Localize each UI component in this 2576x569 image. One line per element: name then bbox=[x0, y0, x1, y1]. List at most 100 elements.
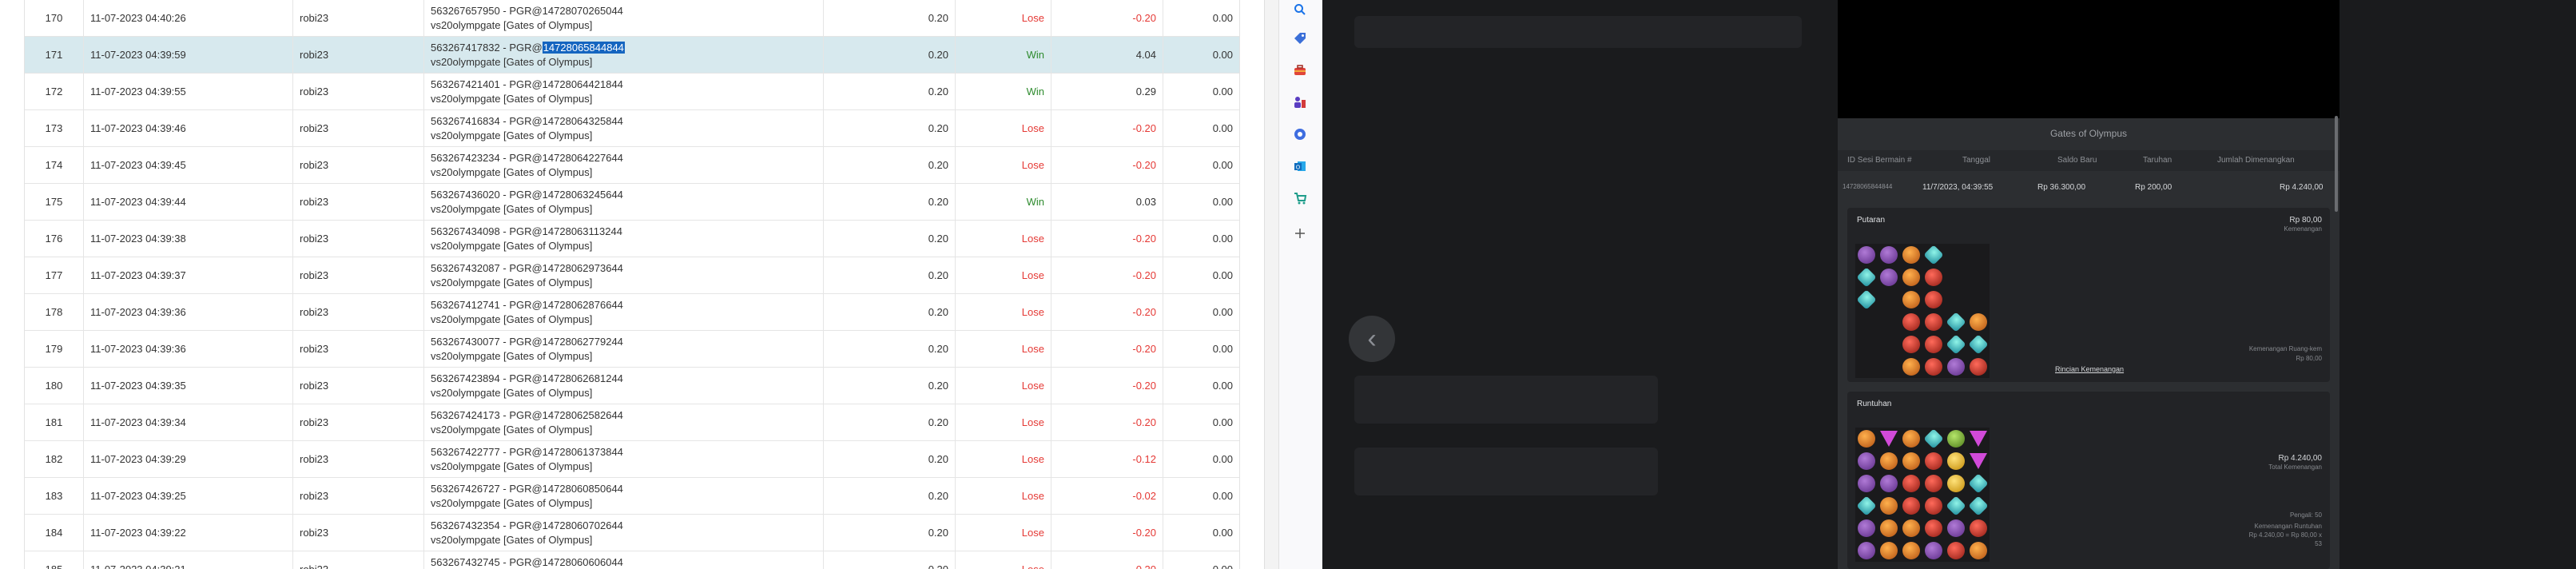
svg-text:O: O bbox=[1296, 165, 1301, 171]
value-date: 11/7/2023, 04:39:55 bbox=[1922, 183, 1994, 192]
scrollbar[interactable] bbox=[1264, 0, 1278, 569]
table-row[interactable]: 176 11-07-2023 04:39:38 robi23 563267434098… bbox=[25, 221, 1239, 257]
game-symbol-icon bbox=[1925, 313, 1942, 331]
game-symbol-icon bbox=[1925, 358, 1942, 376]
table-row[interactable]: 181 11-07-2023 04:39:34 robi23 563267424173… bbox=[25, 404, 1239, 441]
game-symbol-icon bbox=[1880, 519, 1898, 537]
shopping-cart-icon[interactable] bbox=[1290, 189, 1310, 208]
game-symbol-icon bbox=[1880, 475, 1898, 492]
table-row[interactable]: 182 11-07-2023 04:39:29 robi23 563267422777… bbox=[25, 441, 1239, 478]
panel-scrollbar[interactable] bbox=[2335, 116, 2338, 212]
bet-detail[interactable]: 563267436020 - PGR@14728063245644 vs20oly… bbox=[424, 184, 824, 220]
toolbox-icon[interactable] bbox=[1290, 61, 1310, 80]
tumble-label: Runtuhan bbox=[1857, 400, 1892, 408]
result-status: Lose bbox=[956, 441, 1051, 477]
win-details-link[interactable]: Rincian Kemenangan bbox=[2055, 365, 2124, 373]
game-symbol-icon bbox=[1880, 542, 1898, 559]
bet-amount: 0.20 bbox=[824, 221, 956, 257]
bet-detail[interactable]: 563267430077 - PGR@14728062779244 vs20oly… bbox=[424, 331, 824, 367]
plus-icon[interactable] bbox=[1290, 224, 1310, 243]
win-loss: -0.12 bbox=[1051, 441, 1163, 477]
previous-image-button[interactable]: ‹ bbox=[1349, 316, 1395, 362]
win-loss: -0.20 bbox=[1051, 0, 1163, 36]
bet-amount: 0.20 bbox=[824, 147, 956, 183]
bet-id: 563267432087 - PGR@14728062973644 bbox=[431, 261, 623, 274]
bet-detail[interactable]: 563267423894 - PGR@14728062681244 vs20oly… bbox=[424, 368, 824, 404]
balance: 0.00 bbox=[1212, 159, 1233, 171]
table-row[interactable]: 174 11-07-2023 04:39:45 robi23 563267423234… bbox=[25, 147, 1239, 184]
chevron-left-icon: ‹ bbox=[1367, 323, 1377, 354]
bet-detail[interactable]: 563267416834 - PGR@14728064325844 vs20oly… bbox=[424, 110, 824, 146]
table-row[interactable]: 173 11-07-2023 04:39:46 robi23 563267416834… bbox=[25, 110, 1239, 147]
game-symbol-icon bbox=[1902, 269, 1920, 286]
game-name: vs20olympgate [Gates of Olympus] bbox=[431, 460, 593, 472]
game-name: vs20olympgate [Gates of Olympus] bbox=[431, 18, 593, 31]
tumble-amount: Rp 4.240,00 bbox=[2278, 454, 2323, 463]
bet-detail[interactable]: 563267412741 - PGR@14728062876644 vs20oly… bbox=[424, 294, 824, 330]
tag-icon[interactable] bbox=[1290, 29, 1310, 48]
bet-detail[interactable]: 563267432087 - PGR@14728062973644 vs20oly… bbox=[424, 257, 824, 293]
game-name: vs20olympgate [Gates of Olympus] bbox=[431, 349, 593, 362]
bet-detail[interactable]: 563267434098 - PGR@14728063113244 vs20oly… bbox=[424, 221, 824, 257]
table-row[interactable]: 184 11-07-2023 04:39:22 robi23 563267432354… bbox=[25, 515, 1239, 551]
bet-detail[interactable]: 563267423234 - PGR@14728064227644 vs20oly… bbox=[424, 147, 824, 183]
table-row[interactable]: 18511-07-2023 04:39:21robi23563267432745… bbox=[25, 551, 1239, 569]
balance: 0.00 bbox=[1212, 196, 1233, 208]
game-symbol-icon bbox=[1902, 519, 1920, 537]
row-number: 185 bbox=[25, 551, 84, 569]
table-row[interactable]: 177 11-07-2023 04:39:37 robi23 563267432087… bbox=[25, 257, 1239, 294]
table-row[interactable]: 172 11-07-2023 04:39:55 robi23 563267421401… bbox=[25, 74, 1239, 110]
game-name: vs20olympgate [Gates of Olympus] bbox=[431, 312, 593, 325]
game-symbol-icon bbox=[1923, 428, 1944, 449]
game-symbol-icon bbox=[1858, 475, 1875, 492]
game-name: vs20olympgate [Gates of Olympus] bbox=[431, 202, 593, 215]
game-symbol-icon bbox=[1858, 519, 1875, 537]
win-loss: -0.20 bbox=[1051, 331, 1163, 367]
bet-detail[interactable]: 563267422777 - PGR@14728061373844 vs20oly… bbox=[424, 441, 824, 477]
spin-note-1: Kemenangan Ruang-kem bbox=[2248, 345, 2322, 352]
game-name: vs20olympgate [Gates of Olympus] bbox=[431, 129, 593, 141]
bet-history-table: 170 11-07-2023 04:40:26 robi23 563267657950… bbox=[24, 0, 1240, 569]
bet-detail[interactable]: 563267432354 - PGR@14728060702644 vs20oly… bbox=[424, 515, 824, 551]
username: robi23 bbox=[293, 37, 424, 73]
game-symbol-icon bbox=[1902, 358, 1920, 376]
table-row[interactable]: 179 11-07-2023 04:39:36 robi23 563267430077… bbox=[25, 331, 1239, 368]
bet-amount: 0.20 bbox=[824, 478, 956, 514]
row-number: 181 bbox=[25, 404, 84, 440]
username: robi23 bbox=[293, 74, 424, 109]
search-icon[interactable] bbox=[1290, 0, 1310, 19]
bet-time: 11-07-2023 04:39:46 bbox=[84, 110, 293, 146]
header-date: Tanggal bbox=[1962, 156, 1991, 165]
background-blur bbox=[1354, 16, 1802, 48]
table-row[interactable]: 171 11-07-2023 04:39:59 robi23 563267417832… bbox=[25, 37, 1239, 74]
table-row[interactable]: 175 11-07-2023 04:39:44 robi23 563267436020… bbox=[25, 184, 1239, 221]
result-status: Win bbox=[956, 37, 1051, 73]
bet-detail[interactable]: 563267424173 - PGR@14728062582644 vs20oly… bbox=[424, 404, 824, 440]
table-row[interactable]: 183 11-07-2023 04:39:25 robi23 563267426727… bbox=[25, 478, 1239, 515]
tumble-note-3: Rp 4.240,00 = Rp 80,00 x bbox=[2248, 531, 2322, 539]
game-symbol-icon bbox=[1970, 453, 1987, 469]
bet-detail[interactable]: 563267421401 - PGR@14728064421844 vs20oly… bbox=[424, 74, 824, 109]
game-name: vs20olympgate [Gates of Olympus] bbox=[431, 55, 593, 68]
result-status: Lose bbox=[956, 515, 1051, 551]
empty-slot bbox=[1947, 246, 1965, 264]
bet-detail[interactable]: 563267417832 - PGR@14728065844844 vs20oly… bbox=[424, 37, 824, 73]
table-row[interactable]: 178 11-07-2023 04:39:36 robi23 563267412741… bbox=[25, 294, 1239, 331]
bet-id-line: 563267426727 - PGR@14728060850644 bbox=[431, 482, 623, 496]
table-row[interactable]: 180 11-07-2023 04:39:35 robi23 563267423894… bbox=[25, 368, 1239, 404]
copilot-icon[interactable] bbox=[1290, 125, 1310, 144]
row-number: 177 bbox=[25, 257, 84, 293]
bet-detail[interactable]: 563267426727 - PGR@14728060850644 vs20oly… bbox=[424, 478, 824, 514]
bet-amount: 0.20 bbox=[824, 37, 956, 73]
bet-id: 563267423234 - PGR@14728064227644 bbox=[431, 151, 623, 164]
bet-detail[interactable]: 563267657950 - PGR@14728070265044 vs20oly… bbox=[424, 0, 824, 36]
game-name: vs20olympgate [Gates of Olympus] bbox=[431, 276, 593, 288]
empty-slot bbox=[1880, 291, 1898, 308]
bet-id: 563267434098 - PGR@14728063113244 bbox=[431, 225, 622, 237]
table-row[interactable]: 170 11-07-2023 04:40:26 robi23 563267657950… bbox=[25, 0, 1239, 37]
bet-detail[interactable]: 563267432745 - PGR@14728060606044vs20oly… bbox=[424, 551, 824, 569]
bet-id-line: 563267434098 - PGR@14728063113244 bbox=[431, 225, 622, 239]
outlook-icon[interactable]: O bbox=[1290, 157, 1310, 176]
person-chess-icon[interactable] bbox=[1290, 93, 1310, 112]
bet-id-line: 563267432354 - PGR@14728060702644 bbox=[431, 519, 623, 533]
